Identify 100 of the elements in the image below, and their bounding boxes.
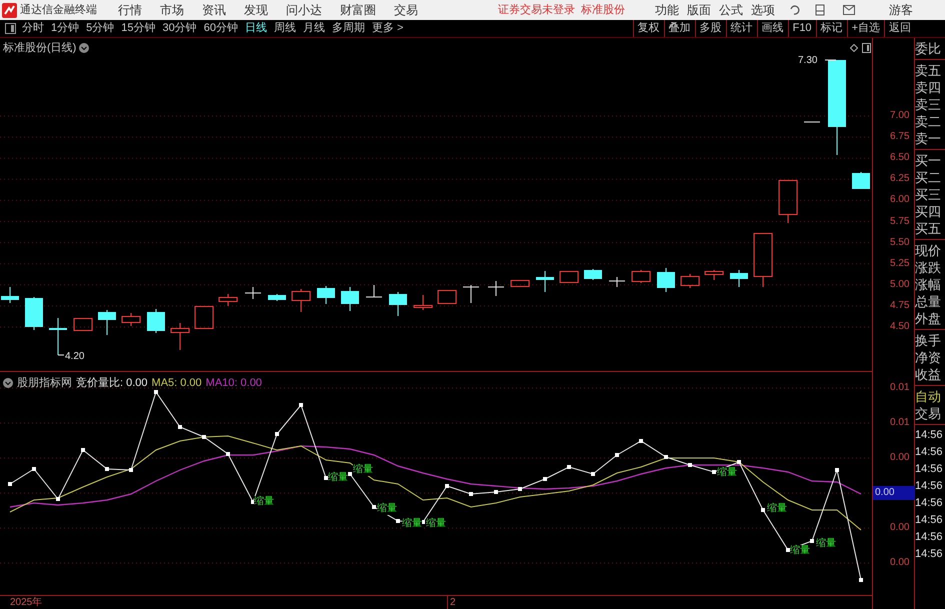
indicator-axis-label: 0.00 xyxy=(873,486,915,500)
menu-item[interactable]: 问小达 xyxy=(286,1,322,19)
quote-field-label: 总量 xyxy=(915,293,942,310)
trade-time: 14:56 xyxy=(915,513,944,528)
toolbar-button[interactable]: 叠加 xyxy=(664,20,695,37)
period-tab[interactable]: 15分钟 xyxy=(121,20,156,37)
price-axis-label: 6.25 xyxy=(890,173,910,186)
doji-candle xyxy=(462,284,480,304)
rising-candle xyxy=(510,280,530,288)
falling-candle xyxy=(268,294,286,302)
menu-item[interactable]: 行情 xyxy=(118,1,142,19)
mail-icon[interactable] xyxy=(843,5,855,15)
toolbar-button[interactable]: 标记 xyxy=(816,20,847,37)
falling-candle xyxy=(730,270,748,288)
rising-candle xyxy=(194,306,214,330)
trade-time: 14:56 xyxy=(915,496,944,511)
volume-shrink-marker: 缩量 xyxy=(816,538,836,550)
device-icon[interactable] xyxy=(815,4,825,16)
rising-candle xyxy=(218,294,238,306)
quote-field-label: 买一 xyxy=(915,152,942,169)
quote-field-label: 买四 xyxy=(915,203,942,220)
rising-candle xyxy=(170,322,190,350)
falling-candle xyxy=(49,318,67,356)
toolbar-button[interactable]: 复权 xyxy=(632,20,664,37)
period-tab[interactable]: 5分钟 xyxy=(86,20,114,37)
indicator-name: 股朋指标网 xyxy=(17,376,72,391)
period-tab[interactable]: 30分钟 xyxy=(162,20,197,37)
price-axis-label: 4.75 xyxy=(890,300,910,312)
toolbar-button[interactable]: 多股 xyxy=(694,20,726,37)
toolbar-button[interactable]: +自选 xyxy=(846,20,884,37)
rising-candle xyxy=(122,312,140,326)
quote-field-label: 涨跌 xyxy=(915,259,942,276)
toolbar-button[interactable]: 统计 xyxy=(726,20,757,37)
price-axis-label: 5.75 xyxy=(890,216,910,228)
quote-field-label: 涨幅 xyxy=(915,276,942,293)
price-axis-label: 5.00 xyxy=(890,278,910,291)
period-tab[interactable]: 周线 xyxy=(274,20,296,37)
period-tab[interactable]: 月线 xyxy=(303,20,325,37)
falling-candle xyxy=(1,286,19,304)
period-tab[interactable]: 多周期 xyxy=(332,20,365,37)
user-label[interactable]: 游客 xyxy=(889,1,913,19)
indicator-axis-label: 0.00 xyxy=(890,556,910,570)
quote-field-label: 卖五 xyxy=(915,62,942,79)
period-tab[interactable]: 分时 xyxy=(22,20,44,37)
quote-field-label: 外盘 xyxy=(915,310,942,327)
menu-item[interactable]: 选项 xyxy=(751,1,775,19)
menu-item[interactable]: 资讯 xyxy=(202,1,226,19)
period-tab[interactable]: 60分钟 xyxy=(204,20,238,37)
volume-shrink-marker: 缩量 xyxy=(377,503,397,515)
falling-candle xyxy=(317,286,335,304)
trade-label[interactable]: 交易 xyxy=(915,405,945,422)
menu-item[interactable]: 功能 xyxy=(655,1,679,19)
toolbar-button[interactable]: 画线 xyxy=(756,20,788,37)
chevron-down-icon[interactable] xyxy=(79,43,90,54)
menu-item[interactable]: 市场 xyxy=(160,1,184,19)
toolbar-button[interactable]: F10 xyxy=(788,20,816,37)
period-tab[interactable]: 日线 xyxy=(245,20,267,37)
falling-candle xyxy=(341,286,359,312)
refresh-icon[interactable] xyxy=(789,4,801,16)
indicator-axis-label: 0.01 xyxy=(890,416,910,430)
panel-toggle-icon[interactable] xyxy=(862,43,871,53)
falling-candle xyxy=(98,310,116,336)
rising-candle xyxy=(680,274,700,288)
ma10-value: MA10: 0.00 xyxy=(206,376,262,391)
panel-toggle-icon[interactable] xyxy=(5,23,16,34)
rising-candle xyxy=(292,288,310,312)
low-price-label: 4.20 xyxy=(65,350,84,364)
volume-shrink-marker: 缩量 xyxy=(767,503,787,515)
volume-shrink-marker: 缩量 xyxy=(426,518,446,530)
menu-item[interactable]: 财富圈 xyxy=(340,1,376,19)
period-tab[interactable]: 更多 > xyxy=(372,20,404,37)
quote-field-label: 收益 xyxy=(915,366,942,383)
chart-title: 标准股份(日线) xyxy=(3,41,76,56)
period-tab[interactable]: 1分钟 xyxy=(51,20,80,37)
toolbar-button[interactable]: 返回 xyxy=(884,20,915,37)
price-axis-label: 4.50 xyxy=(890,321,910,333)
quote-field-label: 买二 xyxy=(915,169,942,186)
diamond-icon[interactable] xyxy=(850,44,858,52)
falling-candle xyxy=(389,292,407,316)
indicator-value: 竞价量比: 0.00 xyxy=(76,376,148,391)
doji-candle xyxy=(244,286,262,300)
rising-candle xyxy=(74,318,92,332)
price-axis-label: 6.00 xyxy=(890,194,910,206)
menu-item[interactable]: 交易 xyxy=(394,1,418,19)
falling-candle xyxy=(657,268,675,292)
price-axis-label: 5.25 xyxy=(890,258,910,270)
chevron-down-icon[interactable] xyxy=(3,378,13,388)
menu-item[interactable]: 公式 xyxy=(719,1,743,19)
volume-shrink-marker: 缩量 xyxy=(353,464,373,476)
rising-candle xyxy=(438,290,456,304)
menu-item[interactable]: 版面 xyxy=(687,1,711,19)
indicator-axis-label: 0.00 xyxy=(890,451,910,465)
quote-field-label: 卖三 xyxy=(915,96,942,113)
menu-item[interactable]: 发现 xyxy=(244,1,268,19)
price-axis-label: 6.75 xyxy=(890,131,910,144)
trade-time: 14:56 xyxy=(915,445,944,460)
volume-shrink-marker: 缩量 xyxy=(402,518,422,530)
trade-label[interactable]: 自动 xyxy=(915,388,945,405)
falling-candle xyxy=(25,296,43,330)
trade-time: 14:56 xyxy=(915,462,944,477)
